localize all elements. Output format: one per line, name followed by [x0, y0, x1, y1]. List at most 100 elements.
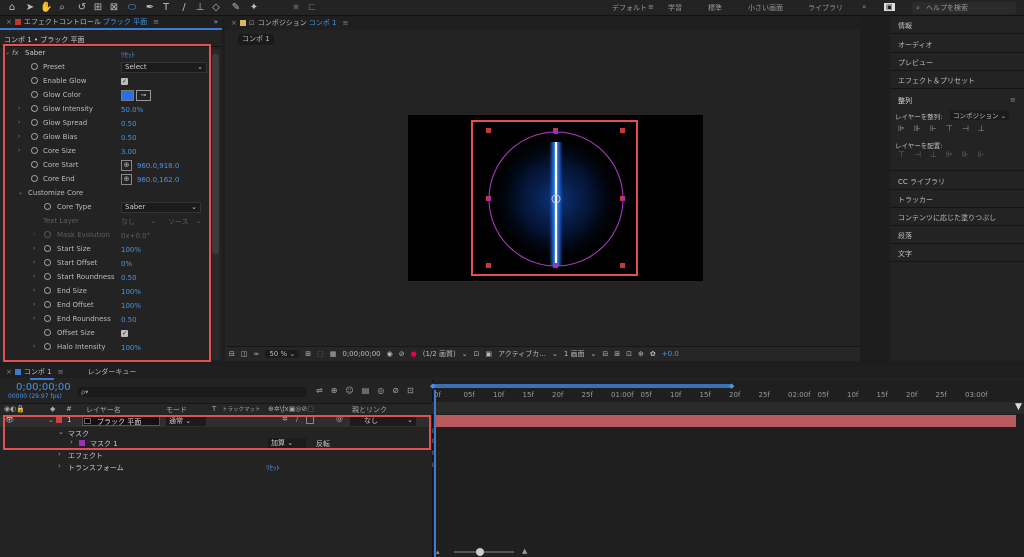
align-top-icon[interactable]: ⊤ [946, 124, 953, 133]
comp-timecode[interactable]: 0;00;00;00 [342, 350, 380, 358]
always-preview-icon[interactable]: ⊟ [229, 350, 235, 358]
align-h-center-icon[interactable]: ⊪ [914, 124, 921, 133]
motion-blur-icon[interactable]: ◎ [377, 386, 384, 395]
work-area-end-handle[interactable]: ◆ [729, 382, 734, 390]
show-snapshot-icon[interactable]: ⊘ [399, 350, 405, 358]
puppet-tool-icon[interactable]: ✦ [248, 2, 260, 14]
rotate-tool-icon[interactable]: ↺ [76, 2, 88, 14]
layer-duration-bar[interactable] [434, 415, 1016, 427]
align-panel-tab[interactable]: 整列 [898, 96, 912, 106]
distribute-left-icon[interactable]: ⊫ [946, 150, 953, 159]
close-icon[interactable]: × [6, 368, 12, 376]
eraser-tool-icon[interactable]: ◇ [210, 2, 222, 14]
comp-subtab[interactable]: コンポ 1 [238, 34, 274, 45]
frame-blending-icon[interactable]: ▤ [362, 386, 370, 395]
zoom-dropdown[interactable]: 50 % ⌄ [265, 350, 300, 358]
column-parent-link[interactable]: 親とリンク [352, 405, 387, 415]
reset-exposure-icon[interactable]: ✿ [650, 350, 656, 358]
distribute-h-center-icon[interactable]: ⊪ [962, 150, 969, 159]
cc-libraries-panel-tab[interactable]: CC ライブラリ [898, 177, 945, 187]
close-icon[interactable]: × [231, 19, 237, 27]
flowchart-icon[interactable]: ⊞ [614, 350, 620, 358]
align-bottom-icon[interactable]: ⊥ [978, 124, 985, 133]
color-channel-icon[interactable]: ● [411, 350, 417, 358]
region-of-interest-icon[interactable]: ⬚ [317, 350, 324, 358]
content-aware-fill-panel-tab[interactable]: コンテンツに応じた塗りつぶし [898, 213, 996, 223]
lock-icon[interactable]: ⊡ [249, 19, 255, 27]
timeline-link-icon[interactable]: ⊡ [626, 350, 632, 358]
help-search-input[interactable]: ⌕ ヘルプを検索 [912, 2, 1016, 14]
time-ruler[interactable]: 0f 05f 10f 15f 20f 25f 01:00f 05f 10f 15f 20f 25f 02… [432, 390, 1024, 402]
workspace-default[interactable]: デフォルト [612, 3, 647, 13]
transparency-grid-icon[interactable]: ▦ [330, 350, 337, 358]
workspace-overflow-icon[interactable]: » [862, 3, 866, 11]
home-icon[interactable]: ⌂ [6, 2, 18, 14]
work-area-start-handle[interactable]: ◆ [430, 382, 435, 390]
render-queue-tab[interactable]: レンダーキュー [87, 367, 136, 377]
align-to-dropdown[interactable]: コンポジション ⌄ [950, 110, 1010, 120]
comp-mini-flowchart-icon[interactable]: ⇌ [316, 386, 323, 395]
preview-panel-tab[interactable]: プレビュー [898, 58, 933, 68]
workspace-small-screen[interactable]: 小さい画面 [748, 3, 783, 13]
clone-stamp-tool-icon[interactable]: ⊥ [194, 2, 206, 14]
panel-menu-icon[interactable]: ≡ [58, 368, 64, 376]
workspace-menu-icon[interactable]: ≡ [648, 3, 654, 11]
workspace-learn[interactable]: 学習 [668, 3, 682, 13]
paragraph-panel-tab[interactable]: 段落 [898, 231, 912, 241]
type-tool-icon[interactable]: T [160, 2, 172, 14]
zoom-slider-track[interactable] [454, 551, 514, 553]
playhead[interactable] [434, 390, 436, 557]
pen-tool-icon[interactable]: ✒ [144, 2, 156, 14]
distribute-right-icon[interactable]: ⊩ [978, 150, 985, 159]
column-mode[interactable]: モード [166, 405, 187, 415]
chevron-right-icon[interactable]: › [58, 450, 61, 458]
column-preserve-transparency[interactable]: T [212, 405, 216, 413]
panel-overflow-icon[interactable]: » [214, 18, 218, 26]
panel-lock-icon[interactable] [14, 19, 21, 25]
graph-editor-icon[interactable]: ⊘ [392, 386, 399, 395]
draft-3d-icon[interactable]: ⊕ [331, 386, 338, 395]
close-icon[interactable]: × [6, 18, 12, 26]
timeline-search-input[interactable]: ρ▾ [78, 387, 306, 397]
view-layout-dropdown[interactable]: 1 画面 [564, 349, 585, 359]
roto-brush-tool-icon[interactable]: ✎ [230, 2, 242, 14]
transform-reset-link[interactable]: ﾘｾｯﾄ [266, 463, 280, 473]
info-panel-tab[interactable]: 情報 [898, 21, 912, 31]
resolution-dropdown[interactable]: (1/2 画質) [423, 349, 456, 359]
zoom-tool-icon[interactable]: ⌕ [56, 2, 68, 14]
layer-out-handle[interactable]: ▼ [1015, 402, 1022, 412]
exposure-value[interactable]: +0.0 [662, 350, 679, 358]
sync-settings-icon[interactable]: ▣ [884, 3, 895, 11]
ellipse-tool-icon[interactable]: ⬭ [126, 2, 138, 14]
toggle-transparency-icon[interactable]: ▣ [485, 350, 492, 358]
panel-menu-icon[interactable]: ≡ [342, 19, 348, 27]
panel-menu-icon[interactable]: ≡ [1010, 96, 1016, 104]
fit-icon[interactable]: ⊞ [305, 350, 311, 358]
tracker-panel-tab[interactable]: トラッカー [898, 195, 933, 205]
chevron-right-icon[interactable]: › [58, 462, 61, 470]
graph-editor-toggle-icon[interactable]: ⊡ [407, 386, 414, 395]
scrollbar-thumb[interactable] [212, 54, 219, 254]
zoom-slider-thumb[interactable] [476, 548, 484, 556]
scrollbar[interactable] [212, 50, 219, 360]
column-layer-name[interactable]: レイヤー名 [86, 405, 121, 415]
effects-group-row[interactable]: › エフェクト [0, 450, 432, 460]
snapshot-icon[interactable]: ◉ [387, 350, 393, 358]
effect-controls-tab[interactable]: × エフェクトコントロール ブラック 平面 ≡ » [0, 16, 222, 30]
brush-tool-icon[interactable]: / [178, 2, 190, 14]
distribute-top-icon[interactable]: ⊤ [898, 150, 905, 159]
fast-preview-icon[interactable]: ⊡ [474, 350, 480, 358]
zoom-in-icon[interactable]: ▲ [522, 547, 527, 555]
camera-tool-icon[interactable]: ⊞ [92, 2, 104, 14]
panel-menu-icon[interactable]: ≡ [153, 18, 159, 26]
mask-visibility-icon[interactable]: ∞ [254, 350, 260, 358]
column-track-matte[interactable]: トラックマット [222, 405, 261, 413]
network-icon[interactable]: ⊕ [638, 350, 644, 358]
work-area-bar[interactable] [432, 384, 732, 388]
workspace-libraries[interactable]: ライブラリ [808, 3, 843, 13]
align-v-center-icon[interactable]: ⊣ [962, 124, 969, 133]
active-camera-dropdown[interactable]: アクティブカ... [498, 349, 546, 359]
selection-tool-icon[interactable]: ➤ [24, 2, 36, 14]
hand-tool-icon[interactable]: ✋ [40, 2, 52, 14]
pan-behind-tool-icon[interactable]: ⊠ [108, 2, 120, 14]
